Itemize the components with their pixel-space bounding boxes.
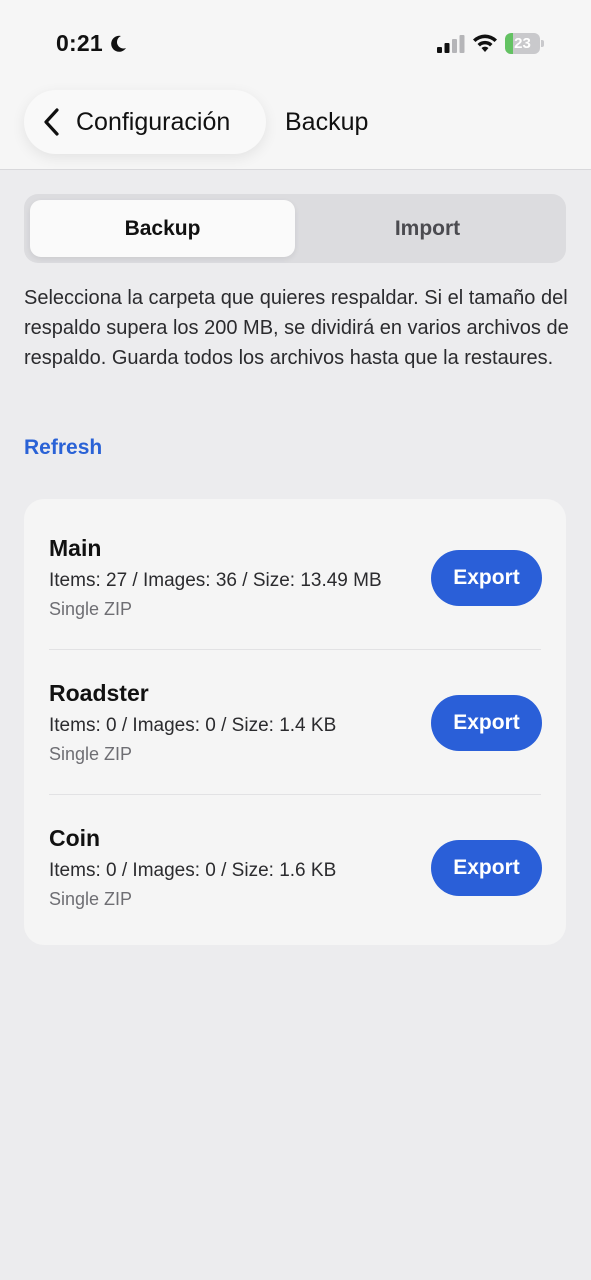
nav-bar: Configuración Backup [0,88,591,170]
moon-icon [111,35,126,52]
folder-format: Single ZIP [49,744,133,764]
tab-backup[interactable]: Backup [30,200,295,257]
status-bar: 0:21 23 [0,0,591,88]
export-button-main[interactable]: Export [431,550,542,606]
export-button-roadster[interactable]: Export [431,695,542,751]
folder-row-roadster: Roadster Items: 0 / Images: 0 / Size: 1.… [24,644,566,789]
back-button[interactable]: Configuración [24,90,266,154]
tab-import[interactable]: Import [295,200,560,257]
status-time: 0:21 [56,30,103,56]
folder-stats: Items: 0 / Images: 0 / Size: 1.6 KB [49,860,337,881]
folder-row-main: Main Items: 27 / Images: 36 / Size: 13.4… [24,499,566,644]
segmented-control: Backup Import [24,194,566,263]
folders-card: Main Items: 27 / Images: 36 / Size: 13.4… [24,499,566,945]
chevron-left-icon [44,108,59,136]
folder-row-coin: Coin Items: 0 / Images: 0 / Size: 1.6 KB… [24,789,566,934]
battery-icon: 23 [505,33,545,54]
folder-name: Roadster [49,680,149,706]
folder-stats: Items: 27 / Images: 36 / Size: 13.49 MB [49,570,382,591]
signal-icon [437,35,465,53]
folder-format: Single ZIP [49,889,133,909]
battery-percent: 23 [514,35,531,52]
folder-stats: Items: 0 / Images: 0 / Size: 1.4 KB [49,715,337,736]
folder-name: Coin [49,825,101,851]
back-label: Configuración [76,107,231,136]
export-button-coin[interactable]: Export [431,840,542,896]
folder-format: Single ZIP [49,599,133,619]
wifi-icon [473,34,497,52]
folder-name: Main [49,535,102,561]
description-text: Selecciona la carpeta que quieres respal… [24,287,569,369]
refresh-link[interactable]: Refresh [24,436,102,460]
page-title: Backup [285,108,369,136]
